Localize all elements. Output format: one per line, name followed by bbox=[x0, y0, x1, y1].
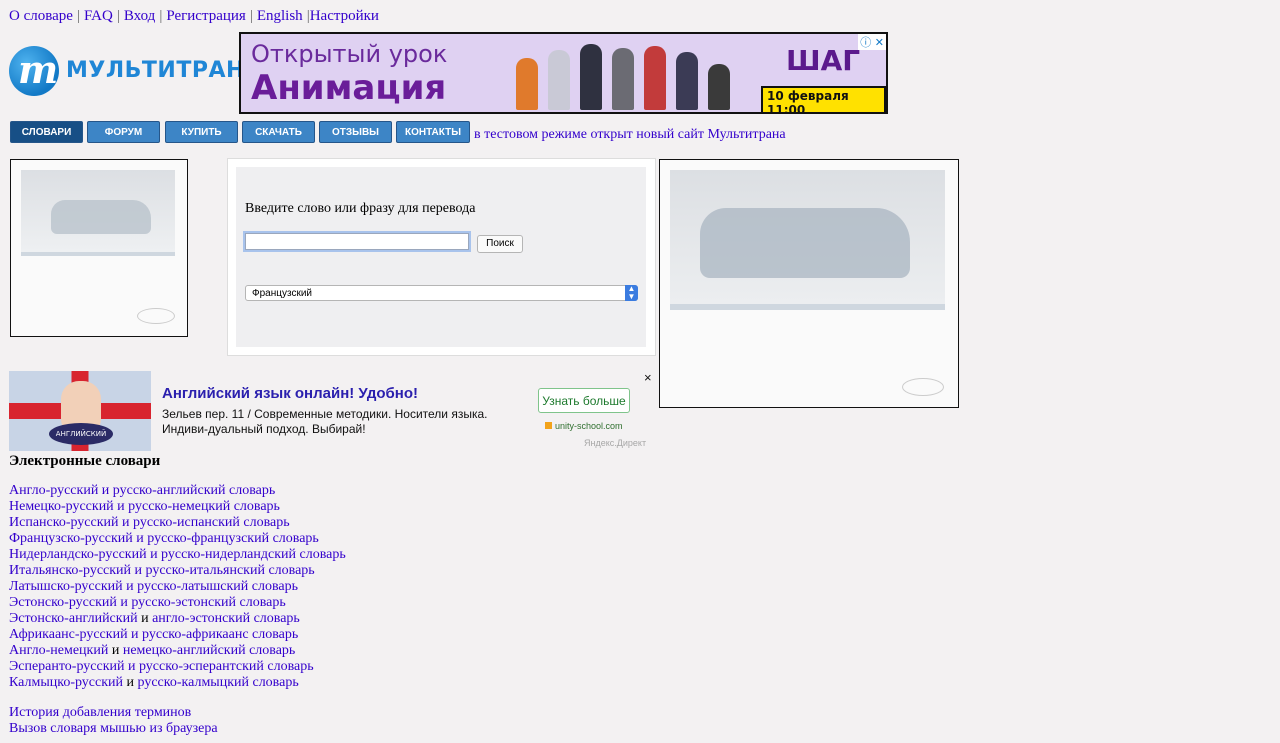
nav-settings[interactable]: Настройки bbox=[310, 8, 379, 24]
ad-domain-text: unity-school.com bbox=[555, 421, 623, 431]
search-panel-inner: Введите слово или фразу для перевода Пои… bbox=[236, 167, 646, 347]
conjunction: и bbox=[108, 643, 123, 658]
car-ad-image bbox=[21, 170, 175, 252]
list-item: Африкаанс-русский и русско-африкаанс сло… bbox=[9, 627, 346, 643]
list-item: Латышско-русский и русско-латышский слов… bbox=[9, 579, 346, 595]
search-panel: Введите слово или фразу для перевода Пои… bbox=[227, 158, 656, 356]
dictionary-link[interactable]: Африкаанс-русский и русско-африкаанс сло… bbox=[9, 627, 298, 642]
learn-more-button[interactable]: Узнать больше bbox=[538, 388, 630, 413]
dictionary-link[interactable]: Калмыцко-русский bbox=[9, 675, 123, 690]
dictionary-link[interactable]: Эстонско-английский bbox=[9, 611, 138, 626]
list-item: Французско-русский и русско-французский … bbox=[9, 531, 346, 547]
search-input[interactable] bbox=[245, 233, 469, 250]
dictionary-link[interactable]: Англо-русский и русско-английский словар… bbox=[9, 483, 275, 498]
ad-info-close-icon[interactable]: ⓘ ✕ bbox=[858, 34, 886, 50]
list-item: Англо-немецкий и немецко-английский слов… bbox=[9, 643, 346, 659]
dictionary-link[interactable]: Французско-русский и русско-французский … bbox=[9, 531, 319, 546]
conjunction: и bbox=[137, 611, 153, 626]
banner-date: 10 февраля 11:00 bbox=[761, 86, 886, 112]
tab-dictionaries[interactable]: СЛОВАРИ bbox=[10, 121, 83, 143]
dictionary-link[interactable]: англо-эстонский словарь bbox=[152, 611, 300, 626]
dictionaries-list: Англо-русский и русско-английский словар… bbox=[9, 483, 346, 691]
list-item: Нидерландско-русский и русско-нидерландс… bbox=[9, 547, 346, 563]
logo-mark-icon: m bbox=[9, 46, 59, 96]
banner-characters-image bbox=[516, 40, 756, 110]
list-item: Итальянско-русский и русско-итальянский … bbox=[9, 563, 346, 579]
nav-separator: | bbox=[159, 8, 163, 24]
ad-divider bbox=[670, 304, 945, 310]
nav-separator: | bbox=[116, 8, 120, 24]
multitran-logo[interactable]: m МУЛЬТИТРАН bbox=[9, 46, 244, 98]
dictionary-link[interactable]: Нидерландско-русский и русско-нидерландс… bbox=[9, 547, 346, 562]
dictionary-link[interactable]: Эстонско-русский и русско-эстонский слов… bbox=[9, 595, 286, 610]
ad-description: Зельев пер. 11 / Современные методики. Н… bbox=[162, 407, 488, 436]
dictionary-link[interactable]: Немецко-русский и русско-немецкий словар… bbox=[9, 499, 280, 514]
dictionary-link[interactable]: русско-калмыцкий словарь bbox=[138, 675, 299, 690]
left-car-ad[interactable] bbox=[10, 159, 188, 337]
top-nav: О словаре | FAQ | Вход | Регистрация | English |Н… bbox=[9, 8, 379, 25]
tab-buy[interactable]: КУПИТЬ bbox=[165, 121, 238, 143]
tab-contacts[interactable]: КОНТАКТЫ bbox=[396, 121, 470, 143]
list-item: Англо-русский и русско-английский словар… bbox=[9, 483, 346, 499]
mini-logo-icon bbox=[137, 308, 175, 324]
nav-separator: | bbox=[76, 8, 80, 24]
language-select-value: Французский bbox=[252, 288, 312, 299]
dictionaries-heading: Электронные словари bbox=[9, 453, 161, 469]
logo-mark-letter: m bbox=[18, 47, 59, 92]
history-link[interactable]: История добавления терминов bbox=[9, 705, 191, 720]
new-site-link[interactable]: в тестовом режиме открыт новый сайт Муль… bbox=[474, 127, 786, 143]
tab-download[interactable]: СКАЧАТЬ bbox=[242, 121, 315, 143]
list-item: Эсперанто-русский и русско-эсперантский … bbox=[9, 659, 346, 675]
logo-wordmark: МУЛЬТИТРАН bbox=[66, 58, 245, 83]
ad-close-icon[interactable]: × bbox=[644, 370, 652, 385]
nav-login[interactable]: Вход bbox=[124, 8, 155, 24]
banner-line2: Анимация bbox=[251, 68, 447, 108]
search-label: Введите слово или фразу для перевода bbox=[245, 201, 476, 216]
dictionary-link[interactable]: Эсперанто-русский и русско-эсперантский … bbox=[9, 659, 314, 674]
ad-image-badge: АНГЛИЙСКИЙ bbox=[49, 423, 113, 445]
list-item: История добавления терминов bbox=[9, 705, 218, 721]
list-item: Эстонско-русский и русско-эстонский слов… bbox=[9, 595, 346, 611]
tab-forum[interactable]: ФОРУМ bbox=[87, 121, 160, 143]
list-item: Немецко-русский и русско-немецкий словар… bbox=[9, 499, 346, 515]
select-arrows-icon: ▲ ▼ bbox=[625, 285, 638, 301]
banner-brand: ШАГ bbox=[786, 44, 861, 77]
banner-line1: Открытый урок bbox=[251, 40, 448, 68]
dictionary-link[interactable]: немецко-английский словарь bbox=[123, 643, 295, 658]
list-item: Испанско-русский и русско-испанский слов… bbox=[9, 515, 346, 531]
top-banner-ad[interactable]: Открытый урок Анимация ШАГ 10 февраля 11… bbox=[239, 32, 888, 114]
ad-source: Яндекс.Директ bbox=[584, 438, 647, 448]
list-item: Эстонско-английский и англо-эстонский сл… bbox=[9, 611, 346, 627]
car-ad-image bbox=[670, 170, 945, 304]
extra-links: История добавления терминов Вызов словар… bbox=[9, 705, 218, 737]
dictionary-link[interactable]: Англо-немецкий bbox=[9, 643, 108, 658]
nav-faq[interactable]: FAQ bbox=[84, 8, 113, 24]
language-select[interactable]: Французский ▲ ▼ bbox=[245, 285, 638, 301]
ad-title-link[interactable]: Английский язык онлайн! Удобно! bbox=[162, 385, 418, 402]
search-button[interactable]: Поиск bbox=[477, 235, 523, 253]
tab-reviews[interactable]: ОТЗЫВЫ bbox=[319, 121, 392, 143]
dictionary-link[interactable]: Итальянско-русский и русско-итальянский … bbox=[9, 563, 315, 578]
nav-separator: | bbox=[249, 8, 253, 24]
browser-lookup-link[interactable]: Вызов словаря мышью из браузера bbox=[9, 721, 218, 736]
nav-register[interactable]: Регистрация bbox=[166, 8, 246, 24]
english-school-ad-image[interactable]: АНГЛИЙСКИЙ bbox=[9, 371, 151, 451]
right-car-ad[interactable] bbox=[659, 159, 959, 408]
ad-domain[interactable]: unity-school.com bbox=[545, 421, 623, 431]
nav-english[interactable]: English bbox=[257, 8, 303, 24]
dictionary-link[interactable]: Испанско-русский и русско-испанский слов… bbox=[9, 515, 290, 530]
conjunction: и bbox=[123, 675, 138, 690]
nav-about[interactable]: О словаре bbox=[9, 8, 73, 24]
mini-logo-icon bbox=[902, 378, 944, 396]
ad-divider bbox=[21, 252, 175, 256]
favicon-icon bbox=[545, 422, 552, 429]
list-item: Вызов словаря мышью из браузера bbox=[9, 721, 218, 737]
list-item: Калмыцко-русский и русско-калмыцкий слов… bbox=[9, 675, 346, 691]
dictionary-link[interactable]: Латышско-русский и русско-латышский слов… bbox=[9, 579, 298, 594]
